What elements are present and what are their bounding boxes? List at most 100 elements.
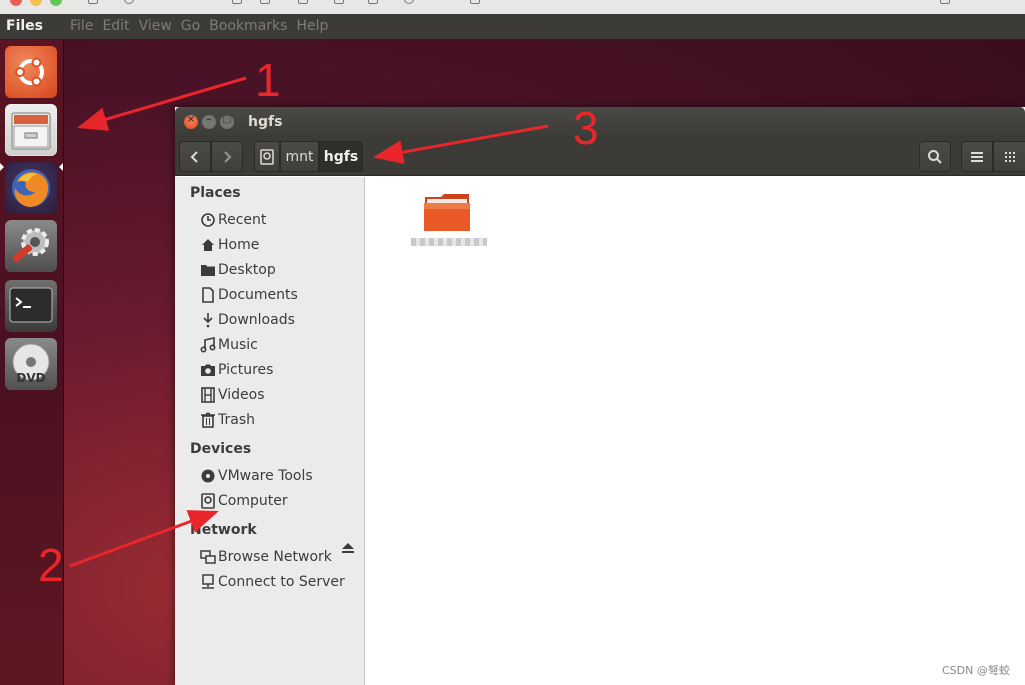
forward-button[interactable]	[211, 141, 243, 172]
sidebar-item-music[interactable]: Music	[199, 335, 258, 355]
system-settings-icon[interactable]	[5, 220, 57, 272]
sidebar-item-computer[interactable]: Computer	[199, 491, 288, 511]
disc-icon	[199, 467, 217, 485]
sidebar-item-recent[interactable]: Recent	[199, 210, 266, 230]
annotation-number-3: 3	[573, 102, 599, 154]
dvd-icon[interactable]: DVD	[5, 338, 57, 390]
sidebar-item-desktop[interactable]: Desktop	[199, 260, 276, 280]
search-button[interactable]	[919, 141, 951, 172]
file-content-area[interactable]	[365, 177, 1025, 685]
download-icon	[199, 311, 217, 329]
window-title: hgfs	[248, 114, 283, 130]
minimize-icon: –	[206, 114, 212, 125]
host-toolbar-icon[interactable]	[334, 0, 344, 4]
sidebar-item-label: Videos	[218, 387, 265, 403]
toolbar: mnt hgfs	[175, 137, 1025, 176]
sidebar-item-label: Computer	[218, 493, 288, 509]
annotation-number-1: 1	[255, 54, 281, 106]
sidebar-item-trash[interactable]: Trash	[199, 410, 255, 430]
music-icon	[199, 336, 217, 354]
sidebar-item-label: Documents	[218, 287, 298, 303]
folder-label-blurred	[411, 238, 487, 246]
host-close-dot[interactable]	[10, 0, 22, 6]
sidebar-item-label: Trash	[218, 412, 255, 428]
search-icon	[928, 149, 942, 164]
close-icon: ×	[186, 114, 196, 125]
sidebar-item-videos[interactable]: Videos	[199, 385, 265, 405]
ubuntu-dash-icon[interactable]	[5, 46, 57, 98]
menu-view[interactable]: View	[139, 18, 172, 34]
maximize-icon: □	[222, 114, 232, 125]
host-toolbar-icon[interactable]	[298, 0, 308, 4]
sidebar-item-documents[interactable]: Documents	[199, 285, 298, 305]
sidebar-heading-network: Network	[190, 522, 257, 538]
watermark: CSDN @弩蛟	[942, 664, 1010, 677]
sidebar-item-label: Music	[218, 337, 258, 353]
launcher-focused-pip	[59, 163, 63, 171]
sidebar-item-connect-to-server[interactable]: Connect to Server	[199, 572, 345, 592]
sidebar-heading-devices: Devices	[190, 441, 252, 457]
server-icon	[199, 573, 217, 591]
host-toolbar-icon[interactable]	[470, 0, 480, 4]
window-minimize-button[interactable]: –	[202, 114, 216, 129]
menu-help[interactable]: Help	[296, 18, 328, 34]
launcher-running-pip	[0, 163, 4, 171]
menu-edit[interactable]: Edit	[102, 18, 129, 34]
menu-file[interactable]: File	[70, 18, 93, 34]
file-manager-window: × – □ hgfs mnt hgfs Places Recent Home D…	[175, 107, 1025, 685]
host-toolbar-icon[interactable]	[940, 0, 950, 4]
list-icon	[971, 151, 983, 162]
clock-icon	[199, 211, 217, 229]
host-toolbar-icon[interactable]	[260, 0, 270, 4]
host-toolbar-icon[interactable]	[404, 0, 414, 4]
sidebar-item-pictures[interactable]: Pictures	[199, 360, 273, 380]
trash-icon	[199, 411, 217, 429]
back-button[interactable]	[179, 141, 211, 172]
grid-icon	[1004, 151, 1015, 162]
sidebar-item-label: Browse Network	[218, 549, 332, 565]
network-icon	[199, 548, 217, 566]
top-panel: Files File Edit View Go Bookmarks Help	[0, 14, 1025, 40]
folder-icon[interactable]	[423, 193, 471, 233]
host-minimize-dot[interactable]	[30, 0, 42, 6]
window-close-button[interactable]: ×	[184, 114, 198, 129]
document-icon	[199, 286, 217, 304]
camera-icon	[199, 361, 217, 379]
menu-bookmarks[interactable]: Bookmarks	[209, 18, 287, 34]
grid-view-button[interactable]	[993, 141, 1025, 172]
annotation-number-2: 2	[38, 539, 64, 591]
list-view-button[interactable]	[961, 141, 993, 172]
sidebar-item-label: Recent	[218, 212, 267, 228]
breadcrumb-mnt[interactable]: mnt	[280, 141, 319, 172]
host-toolbar-icon[interactable]	[232, 0, 242, 4]
breadcrumb-root[interactable]	[254, 141, 280, 172]
host-toolbar-icon[interactable]	[368, 0, 378, 4]
computer-icon	[260, 148, 274, 165]
sidebar-item-browse-network[interactable]: Browse Network	[199, 547, 332, 567]
firefox-icon[interactable]	[5, 162, 57, 214]
terminal-icon[interactable]	[5, 280, 57, 332]
host-toolbar-icon[interactable]	[88, 0, 98, 4]
sidebar-item-label: Pictures	[218, 362, 274, 378]
sidebar-item-vmware-tools[interactable]: VMware Tools	[199, 466, 313, 486]
breadcrumb-hgfs[interactable]: hgfs	[319, 141, 363, 172]
sidebar-item-label: Desktop	[218, 262, 276, 278]
menu-bar: File Edit View Go Bookmarks Help	[70, 18, 337, 34]
sidebar-item-label: Connect to Server	[218, 574, 345, 590]
window-titlebar[interactable]: × – □ hgfs	[175, 107, 1025, 137]
chevron-left-icon	[190, 150, 198, 163]
eject-icon[interactable]	[341, 539, 355, 558]
computer-icon	[199, 492, 217, 510]
files-launcher-icon[interactable]	[5, 104, 57, 156]
sidebar-heading-places: Places	[190, 185, 241, 201]
svg-text:DVD: DVD	[16, 371, 45, 385]
host-zoom-dot[interactable]	[50, 0, 62, 6]
window-maximize-button[interactable]: □	[220, 114, 234, 129]
chevron-right-icon	[224, 150, 232, 163]
home-icon	[199, 236, 217, 254]
menu-go[interactable]: Go	[181, 18, 200, 34]
sidebar-item-home[interactable]: Home	[199, 235, 259, 255]
host-toolbar-icon[interactable]	[124, 0, 134, 4]
sidebar-item-downloads[interactable]: Downloads	[199, 310, 295, 330]
sidebar-item-label: VMware Tools	[218, 468, 313, 484]
